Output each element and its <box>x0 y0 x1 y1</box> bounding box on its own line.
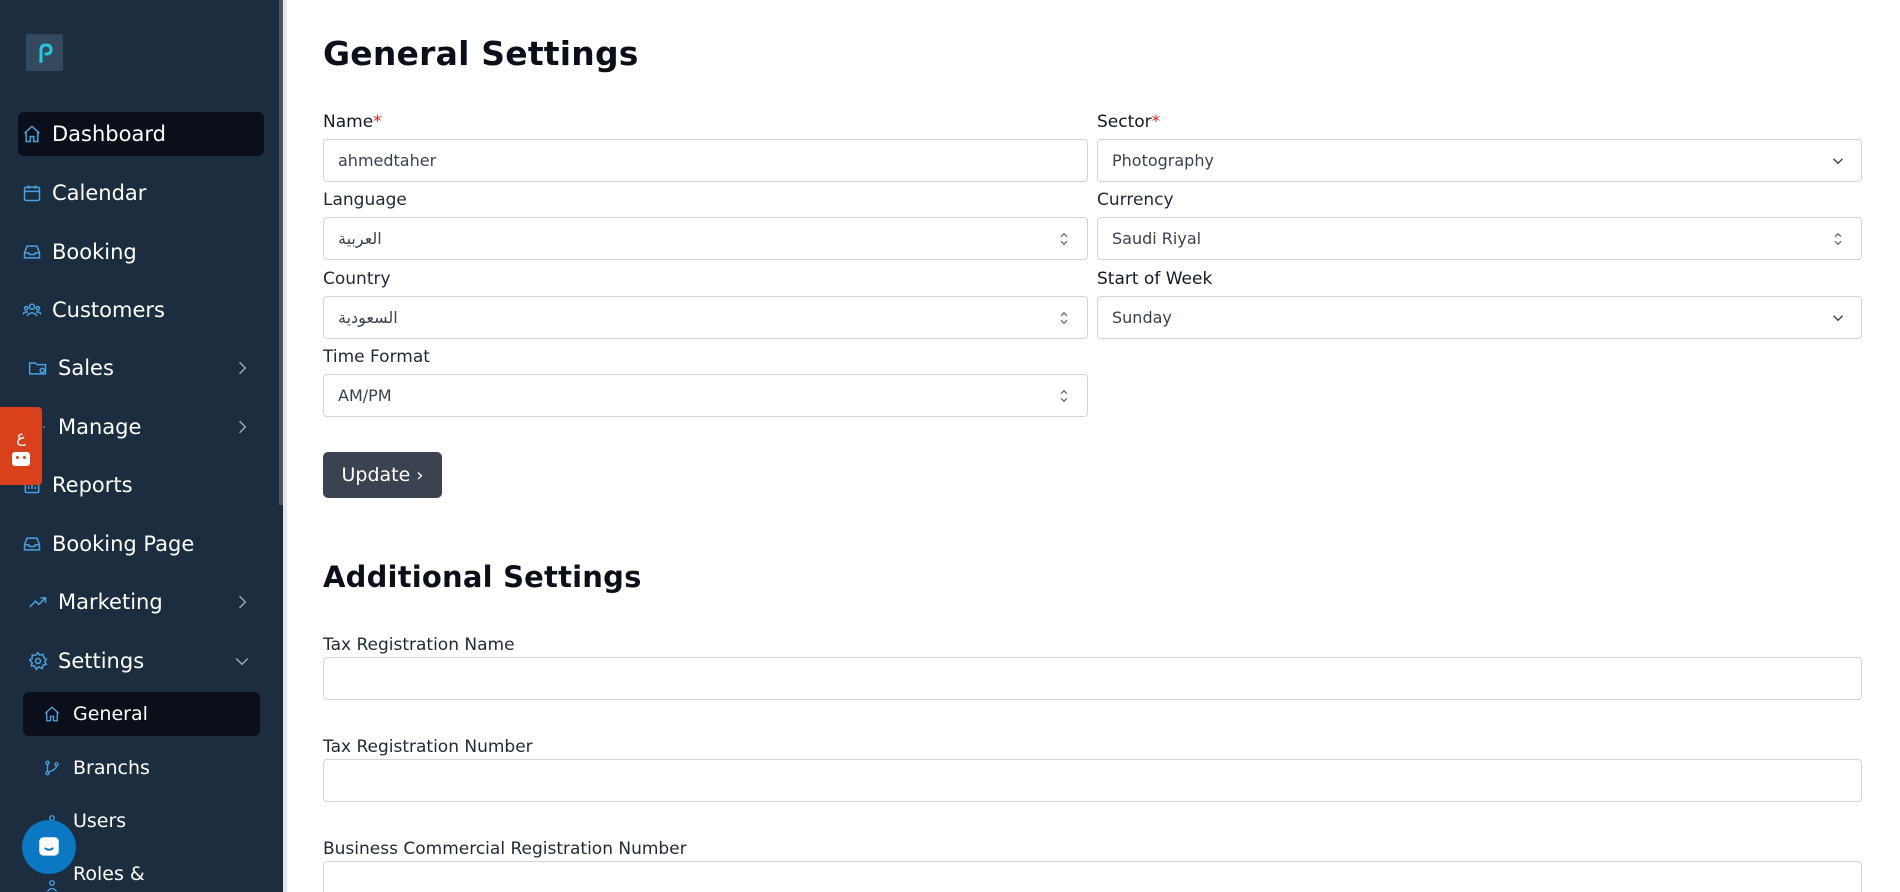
trend-icon <box>26 590 50 614</box>
roles-icon <box>41 875 63 892</box>
commercial-registration-number-input[interactable] <box>323 861 1862 892</box>
sector-label: Sector* <box>1097 112 1160 132</box>
sidebar-subitem-branchs[interactable]: Branchs <box>23 746 260 790</box>
sidebar-item-label: Sales <box>58 356 114 380</box>
language-toggle-tab[interactable]: ع <box>0 407 42 485</box>
users-icon <box>20 298 44 322</box>
gear-icon <box>26 649 50 673</box>
sidebar-item-label: Booking <box>52 240 137 264</box>
chat-icon <box>39 837 59 856</box>
home-icon <box>20 122 44 146</box>
sidebar-subitem-label: Branchs <box>73 757 150 779</box>
sector-select[interactable]: Photography <box>1097 139 1862 182</box>
chevron-down-icon[interactable] <box>232 651 252 671</box>
currency-label: Currency <box>1097 190 1174 210</box>
sidebar-subitem-label: Roles & <box>73 863 145 885</box>
home-icon <box>41 703 63 725</box>
calendar-icon <box>20 181 44 205</box>
up-down-chevron-icon <box>1829 230 1847 248</box>
sidebar-item-label: Settings <box>58 649 145 673</box>
sidebar-item-label: Calendar <box>52 181 147 205</box>
chevron-down-icon <box>1829 152 1847 170</box>
general-settings-title: General Settings <box>323 34 639 73</box>
name-input[interactable]: ahmedtaher <box>323 139 1088 182</box>
name-label: Name* <box>323 112 382 132</box>
sidebar-item-customers[interactable]: Customers <box>18 288 264 332</box>
sector-select-value: Photography <box>1112 151 1214 170</box>
start-of-week-label: Start of Week <box>1097 269 1213 289</box>
sidebar-item-booking-page[interactable]: Booking Page <box>18 522 264 566</box>
commercial-registration-number-label: Business Commercial Registration Number <box>323 839 687 859</box>
sidebar-item-settings[interactable]: Settings <box>18 639 264 683</box>
up-down-chevron-icon <box>1055 309 1073 327</box>
folder-gear-icon <box>26 356 50 380</box>
update-button[interactable]: Update › <box>323 452 442 498</box>
sidebar-item-manage[interactable]: Manage <box>18 405 264 449</box>
sidebar-item-marketing[interactable]: Marketing <box>18 580 264 624</box>
up-down-chevron-icon <box>1055 230 1073 248</box>
start-of-week-value: Sunday <box>1112 308 1172 327</box>
sidebar: Dashboard Calendar Booking Customers Sal… <box>0 0 283 892</box>
name-input-value: ahmedtaher <box>338 151 437 170</box>
sector-label-text: Sector <box>1097 112 1152 132</box>
chevron-right-icon[interactable] <box>232 592 252 612</box>
country-select[interactable]: السعودية <box>323 296 1088 339</box>
additional-settings-title: Additional Settings <box>323 560 642 594</box>
sidebar-item-dashboard[interactable]: Dashboard <box>18 112 264 156</box>
chevron-right-icon[interactable] <box>232 358 252 378</box>
inbox-icon <box>20 532 44 556</box>
update-button-label: Update <box>341 464 411 486</box>
sidebar-divider <box>283 0 287 892</box>
inbox-icon <box>20 240 44 264</box>
name-label-text: Name <box>323 112 374 132</box>
robot-icon <box>12 451 30 466</box>
chevron-right-icon[interactable] <box>232 417 252 437</box>
sidebar-item-reports[interactable]: Reports <box>18 463 264 507</box>
branch-icon <box>41 757 63 779</box>
country-label: Country <box>323 269 391 289</box>
chevron-right-icon: › <box>416 464 424 486</box>
sidebar-item-sales[interactable]: Sales <box>18 346 264 390</box>
tax-registration-name-label: Tax Registration Name <box>323 635 515 655</box>
time-format-value: AM/PM <box>338 386 392 405</box>
sidebar-item-label: Marketing <box>58 590 163 614</box>
chevron-down-icon <box>1829 309 1847 327</box>
tax-registration-name-input[interactable] <box>323 657 1862 700</box>
start-of-week-select[interactable]: Sunday <box>1097 296 1862 339</box>
time-format-select[interactable]: AM/PM <box>323 374 1088 417</box>
sidebar-item-label: Manage <box>58 415 142 439</box>
sidebar-item-calendar[interactable]: Calendar <box>18 171 264 215</box>
language-label: Language <box>323 190 407 210</box>
sidebar-subitem-label: General <box>73 703 148 725</box>
chat-launcher-button[interactable] <box>22 820 76 874</box>
sidebar-item-label: Reports <box>52 473 133 497</box>
sidebar-item-label: Dashboard <box>52 122 166 146</box>
required-marker: * <box>373 112 382 132</box>
currency-select[interactable]: Saudi Riyal <box>1097 217 1862 260</box>
language-select-value: العربية <box>338 229 382 248</box>
sidebar-item-booking[interactable]: Booking <box>18 230 264 274</box>
tax-registration-number-label: Tax Registration Number <box>323 737 533 757</box>
country-select-value: السعودية <box>338 308 398 327</box>
sidebar-item-label: Customers <box>52 298 165 322</box>
language-toggle-label: ع <box>16 426 26 446</box>
tax-registration-number-input[interactable] <box>323 759 1862 802</box>
sidebar-subitem-label: Users <box>73 810 127 832</box>
time-format-label: Time Format <box>323 347 430 367</box>
up-down-chevron-icon <box>1055 387 1073 405</box>
currency-select-value: Saudi Riyal <box>1112 229 1202 248</box>
brand-logo-icon[interactable] <box>26 34 63 71</box>
sidebar-subitem-general[interactable]: General <box>23 692 260 736</box>
sidebar-item-label: Booking Page <box>52 532 195 556</box>
required-marker: * <box>1151 112 1161 132</box>
language-select[interactable]: العربية <box>323 217 1088 260</box>
